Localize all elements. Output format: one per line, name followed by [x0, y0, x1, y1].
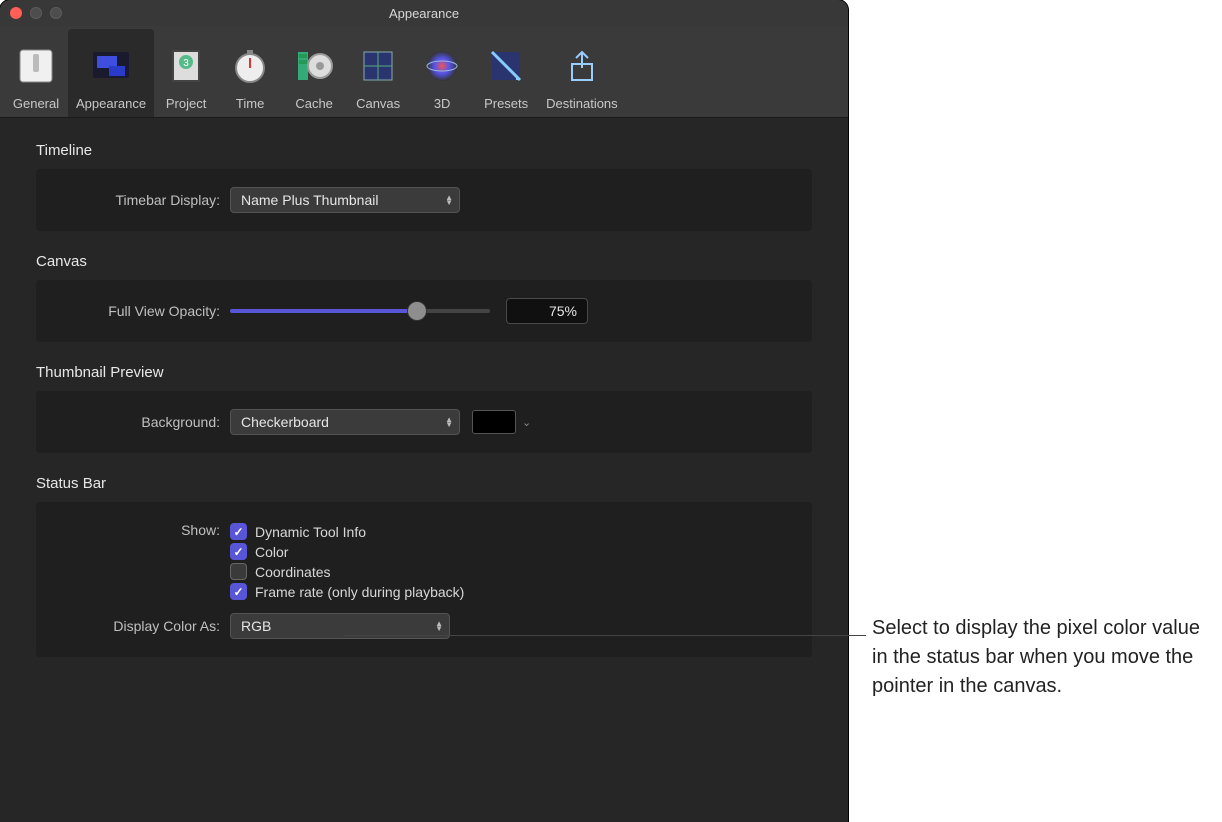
- background-select[interactable]: Checkerboard ▲▼: [230, 409, 460, 435]
- timebar-display-select[interactable]: Name Plus Thumbnail ▲▼: [230, 187, 460, 213]
- tab-label: Destinations: [546, 96, 618, 111]
- tab-label: 3D: [434, 96, 451, 111]
- select-value: Name Plus Thumbnail: [241, 192, 378, 208]
- tab-general[interactable]: General: [4, 29, 68, 117]
- tab-label: Appearance: [76, 96, 146, 111]
- section-title: Timeline: [36, 142, 812, 159]
- select-value: RGB: [241, 618, 271, 634]
- tab-appearance[interactable]: Appearance: [68, 29, 154, 117]
- section-timeline: Timeline Timebar Display: Name Plus Thum…: [36, 142, 812, 231]
- display-color-as-label: Display Color As:: [54, 618, 230, 634]
- select-value: Checkerboard: [241, 414, 329, 430]
- checkbox-label: Color: [255, 544, 288, 560]
- tab-project[interactable]: 3 Project: [154, 29, 218, 117]
- switch-icon: [12, 42, 60, 90]
- stopwatch-icon: [226, 42, 274, 90]
- updown-icon: ▲▼: [435, 621, 443, 631]
- share-icon: [558, 42, 606, 90]
- tab-label: General: [13, 96, 59, 111]
- checkbox-label: Dynamic Tool Info: [255, 524, 366, 540]
- canvas-icon: [354, 42, 402, 90]
- slider-knob[interactable]: [408, 302, 426, 320]
- checkbox-frame-rate[interactable]: ✓: [230, 583, 247, 600]
- section-title: Thumbnail Preview: [36, 364, 812, 381]
- filmstrip-icon: 3: [162, 42, 210, 90]
- full-view-opacity-label: Full View Opacity:: [54, 303, 230, 319]
- tab-3d[interactable]: 3D: [410, 29, 474, 117]
- tab-cache[interactable]: Cache: [282, 29, 346, 117]
- preferences-window: Appearance General Appearance 3 Project …: [0, 0, 848, 822]
- titlebar: Appearance: [0, 0, 848, 26]
- prefs-toolbar: General Appearance 3 Project Time Cache: [0, 26, 848, 118]
- show-label: Show:: [54, 520, 230, 538]
- section-status-bar: Status Bar Show: ✓ Dynamic Tool Info ✓ C…: [36, 475, 812, 657]
- background-color-well[interactable]: [472, 410, 516, 434]
- checkbox-label: Frame rate (only during playback): [255, 584, 464, 600]
- section-thumbnail-preview: Thumbnail Preview Background: Checkerboa…: [36, 364, 812, 453]
- checkbox-label: Coordinates: [255, 564, 331, 580]
- tab-presets[interactable]: Presets: [474, 29, 538, 117]
- section-canvas: Canvas Full View Opacity: 75%: [36, 253, 812, 342]
- callout-leader-line: [344, 635, 866, 636]
- window-title: Appearance: [0, 6, 848, 21]
- tab-label: Time: [236, 96, 264, 111]
- tab-label: Project: [166, 96, 206, 111]
- background-label: Background:: [54, 414, 230, 430]
- section-title: Status Bar: [36, 475, 812, 492]
- tab-time[interactable]: Time: [218, 29, 282, 117]
- opacity-value-field[interactable]: 75%: [506, 298, 588, 324]
- tab-canvas[interactable]: Canvas: [346, 29, 410, 117]
- tab-label: Presets: [484, 96, 528, 111]
- prefs-content: Timeline Timebar Display: Name Plus Thum…: [0, 118, 848, 703]
- tab-destinations[interactable]: Destinations: [538, 29, 626, 117]
- presets-icon: [482, 42, 530, 90]
- chevron-down-icon[interactable]: ⌄: [522, 416, 531, 429]
- checkbox-coordinates[interactable]: [230, 563, 247, 580]
- svg-text:3: 3: [183, 58, 189, 69]
- section-title: Canvas: [36, 253, 812, 270]
- checkbox-dynamic-tool-info[interactable]: ✓: [230, 523, 247, 540]
- checkbox-color[interactable]: ✓: [230, 543, 247, 560]
- timebar-display-label: Timebar Display:: [54, 192, 230, 208]
- tab-label: Canvas: [356, 96, 400, 111]
- callout-text: Select to display the pixel color value …: [872, 614, 1214, 701]
- tab-label: Cache: [295, 96, 333, 111]
- updown-icon: ▲▼: [445, 417, 453, 427]
- appearance-icon: [87, 42, 135, 90]
- sphere-icon: [418, 42, 466, 90]
- updown-icon: ▲▼: [445, 195, 453, 205]
- cache-icon: [290, 42, 338, 90]
- opacity-slider[interactable]: [230, 309, 490, 313]
